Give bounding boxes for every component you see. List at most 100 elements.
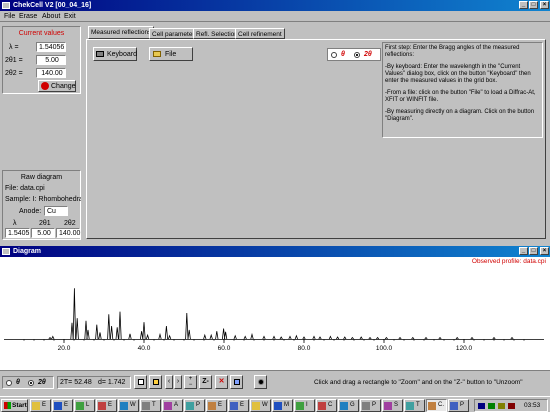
- minimize-button[interactable]: _: [519, 1, 528, 9]
- raw-table-header-theta2: 2θ2: [64, 220, 76, 227]
- diagram-plot-area[interactable]: Observed profile: data.cpi 20.0 40.0 60.0 8…: [0, 257, 550, 371]
- taskbar-item[interactable]: P: [448, 399, 469, 412]
- diagram-title: Diagram: [13, 248, 42, 255]
- peak-28: [243, 335, 247, 340]
- measure-button[interactable]: [254, 375, 267, 389]
- taskbar-item[interactable]: E: [206, 399, 227, 412]
- taskbar-item-label: S: [394, 402, 399, 408]
- raw-table-header-theta1: 2θ1: [39, 220, 51, 227]
- peak-17: [158, 332, 162, 340]
- peak-41: [350, 336, 354, 340]
- scale-button[interactable]: + −: [184, 375, 197, 389]
- peak-22: [203, 333, 207, 340]
- anode-input[interactable]: Cu: [44, 206, 68, 216]
- raw-diagram-panel: Raw diagram File: data.cpi Sample: I: Rh…: [2, 170, 81, 240]
- diagram-minimize-button[interactable]: _: [519, 247, 528, 255]
- maximize-button[interactable]: □: [529, 1, 538, 9]
- taskbar-item-label: C: [328, 402, 333, 408]
- diagram-two-theta-radio[interactable]: [28, 380, 34, 386]
- tray-app-icon: [488, 403, 495, 409]
- change-button[interactable]: Change: [38, 80, 76, 92]
- taskbar-app-icon: [208, 402, 216, 410]
- taskbar-item[interactable]: C: [316, 399, 337, 412]
- peak-32: [279, 336, 283, 340]
- taskbar-item[interactable]: E: [30, 399, 51, 412]
- theta2-input[interactable]: 140.00: [36, 68, 66, 78]
- pan-right-button[interactable]: ›: [174, 375, 182, 389]
- taskbar-item-label: P: [460, 402, 465, 408]
- taskbar-item[interactable]: S: [382, 399, 403, 412]
- zoom-button[interactable]: [149, 375, 162, 389]
- taskbar-item[interactable]: T: [140, 399, 161, 412]
- diagram-maximize-button[interactable]: □: [529, 247, 538, 255]
- taskbar-item[interactable]: I: [294, 399, 315, 412]
- peak-35: [302, 336, 306, 340]
- diagram-theta-radio[interactable]: [6, 380, 12, 386]
- taskbar-item[interactable]: P: [360, 399, 381, 412]
- taskbar-item[interactable]: T: [404, 399, 425, 412]
- file-button[interactable]: File: [149, 47, 193, 61]
- theta-radio[interactable]: [331, 52, 337, 58]
- tab-measured-reflections[interactable]: Measured reflections: [88, 26, 155, 39]
- anode-label: Anode:: [19, 208, 42, 215]
- taskbar-item[interactable]: E: [96, 399, 117, 412]
- app-icon: [2, 2, 10, 9]
- raw-table-theta2: 140.00: [56, 228, 80, 238]
- taskbar-app-icon: [186, 402, 194, 410]
- raw-table-lambda: 1.5405: [5, 228, 30, 238]
- menu-exit[interactable]: Exit: [64, 12, 76, 21]
- help-step-text: First step: Enter the Bragg angles of th…: [385, 45, 520, 58]
- taskbar-item-label: E: [218, 402, 223, 408]
- peak-49: [438, 336, 442, 340]
- peak-51: [470, 336, 474, 340]
- copy-icon: [138, 379, 144, 385]
- taskbar-item[interactable]: E: [228, 399, 249, 412]
- unzoom-button[interactable]: Z-: [199, 375, 212, 389]
- diagram-close-button[interactable]: ×: [540, 247, 549, 255]
- taskbar-app-icon: [32, 402, 40, 410]
- taskbar-item[interactable]: C.: [426, 399, 447, 412]
- pan-left-button[interactable]: ‹: [165, 375, 173, 389]
- taskbar-app-icon: [296, 402, 304, 410]
- menu-erase[interactable]: Erase: [19, 12, 37, 21]
- taskbar-app-icon: [164, 402, 172, 410]
- taskbar-item-label: E: [108, 402, 113, 408]
- lambda-input[interactable]: 1.54056: [36, 42, 66, 52]
- taskbar-item[interactable]: E: [52, 399, 73, 412]
- taskbar-item[interactable]: W: [118, 399, 139, 412]
- theta1-label: 2θ1 =: [5, 57, 23, 64]
- peak-48: [424, 336, 428, 340]
- diagram-two-theta-label: 2θ: [38, 379, 46, 386]
- taskbar-item-label: G: [350, 402, 355, 408]
- taskbar-item[interactable]: A: [162, 399, 183, 412]
- diffraction-plot: 20.0 40.0 60.0 80.0 100.0 120.0: [4, 288, 544, 352]
- peak-52: [492, 336, 496, 340]
- keyboard-button[interactable]: Keyboard: [93, 47, 137, 61]
- tab-refl-selection[interactable]: Refl. Selection: [193, 28, 241, 39]
- export-button[interactable]: [230, 375, 243, 389]
- theta2-label: 2θ2 =: [5, 70, 23, 77]
- theta1-input[interactable]: 5.00: [36, 55, 66, 65]
- menu-about[interactable]: About: [42, 12, 60, 21]
- taskbar-item[interactable]: M: [272, 399, 293, 412]
- tab-cell-refinement[interactable]: Cell refinement: [235, 28, 285, 39]
- start-button[interactable]: Start: [1, 399, 28, 412]
- peak-50: [455, 336, 459, 340]
- current-values-panel: Current values λ = 1.54056 2θ1 = 5.00 2θ…: [2, 26, 81, 94]
- coordinate-readout: 2T= 52.48 d= 1.742: [57, 376, 131, 389]
- taskbar-item[interactable]: L: [74, 399, 95, 412]
- menubar: File Erase About Exit: [0, 11, 550, 22]
- taskbar-item[interactable]: W: [250, 399, 271, 412]
- raw-table-header-lambda: λ: [13, 220, 17, 227]
- two-theta-radio[interactable]: [354, 52, 360, 58]
- taskbar-item-label: W: [262, 402, 268, 408]
- help-file-text: -From a file: click on the button "File"…: [385, 90, 536, 103]
- diagram-copy-button[interactable]: [134, 375, 147, 389]
- taskbar-item-label: W: [130, 402, 136, 408]
- close-button[interactable]: ×: [540, 1, 549, 9]
- raw-table-theta1: 5.00: [31, 228, 55, 238]
- delete-button[interactable]: ✕: [215, 375, 228, 389]
- taskbar-item[interactable]: P: [184, 399, 205, 412]
- taskbar-item[interactable]: G: [338, 399, 359, 412]
- menu-file[interactable]: File: [4, 12, 15, 21]
